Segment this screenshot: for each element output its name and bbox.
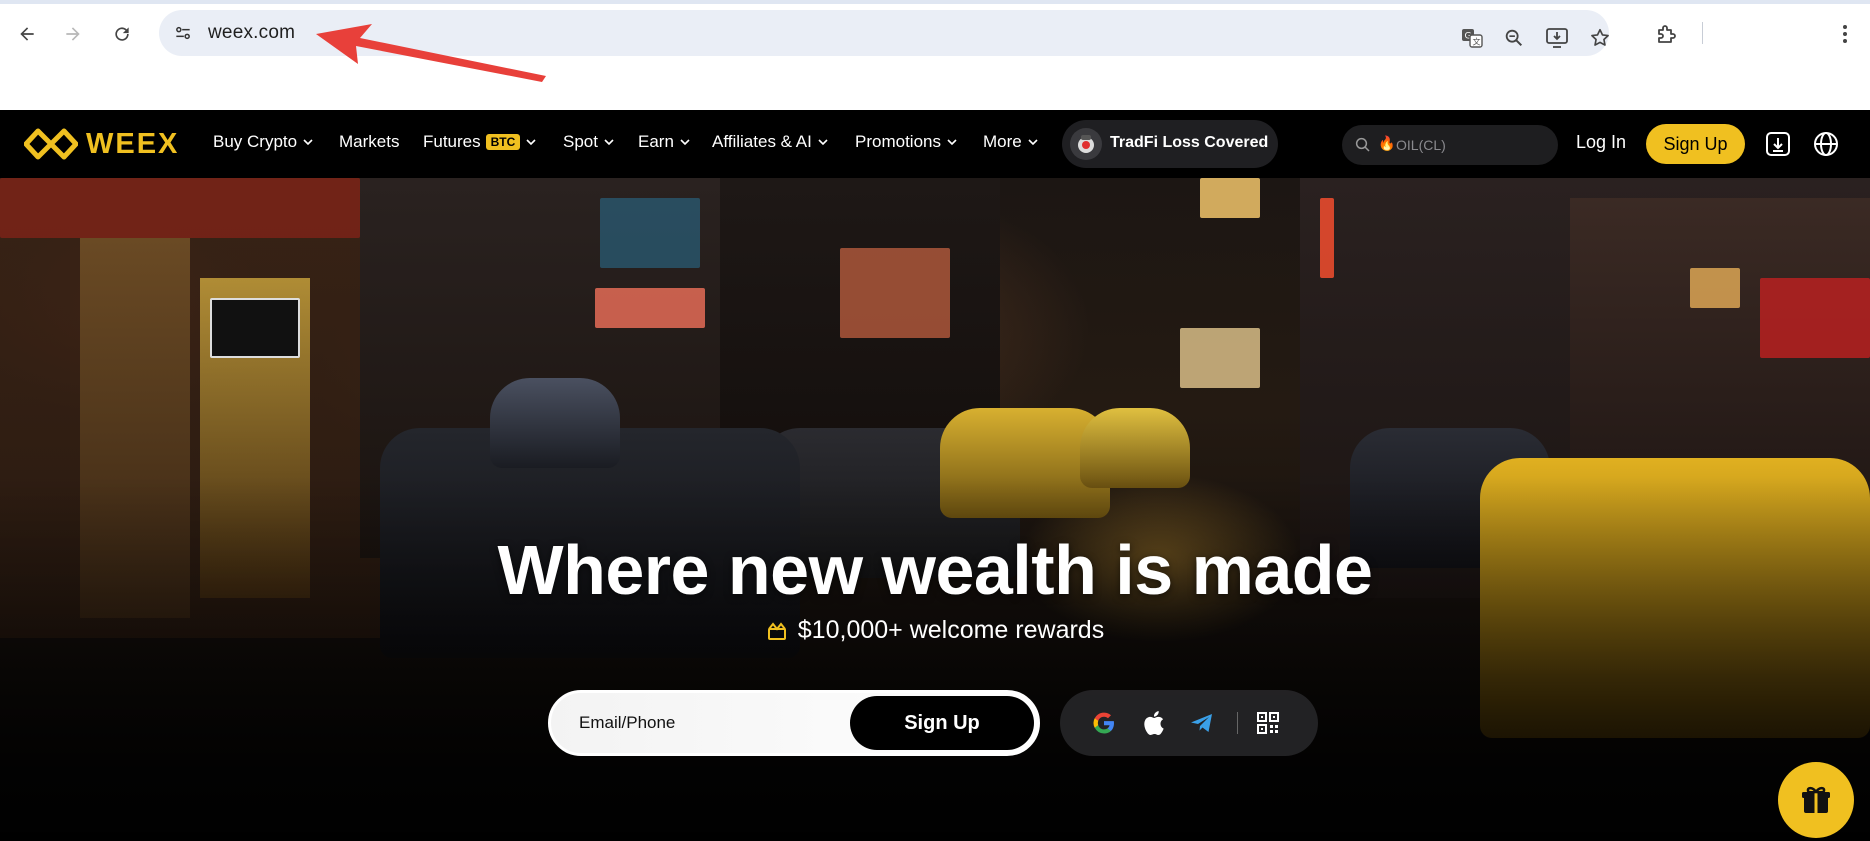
page: weex.com G文 WEEX Buy Crypto Markets Futu… <box>0 0 1870 841</box>
search-icon <box>1355 137 1370 152</box>
login-button[interactable]: Log In <box>1576 132 1626 153</box>
nav-label: Buy Crypto <box>213 132 298 151</box>
mascot-icon <box>1070 128 1102 160</box>
nav-label: Promotions <box>855 132 941 151</box>
gift-icon <box>1802 786 1830 813</box>
nav-label: Markets <box>339 132 400 151</box>
logo-wordmark: WEEX <box>86 127 180 160</box>
chevron-down-icon <box>680 139 690 146</box>
social-login-bar <box>1060 690 1318 756</box>
hero-headline: Where new wealth is made <box>497 531 1373 609</box>
url-text[interactable]: weex.com <box>208 22 295 44</box>
chevron-down-icon <box>818 139 828 146</box>
nav-label: Spot <box>563 132 598 151</box>
nav-earn[interactable]: Earn <box>638 132 691 152</box>
apple-icon[interactable] <box>1139 709 1167 737</box>
svg-text:文: 文 <box>1473 37 1481 47</box>
chevron-down-icon <box>526 139 536 146</box>
chevron-down-icon <box>604 139 614 146</box>
tradfi-label: TradFi Loss Covered <box>1110 134 1269 151</box>
arrow-right-icon <box>66 27 80 41</box>
globe-icon[interactable] <box>1812 130 1840 158</box>
back-button[interactable] <box>10 17 44 51</box>
forward-button[interactable] <box>56 17 90 51</box>
reload-icon <box>115 27 129 41</box>
rewards-line: $10,000+ welcome rewards <box>0 616 1870 645</box>
nav-label: Futures <box>423 132 481 151</box>
gift-box-icon <box>767 621 786 640</box>
nav-promotions[interactable]: Promotions <box>855 132 958 152</box>
site-info-icon[interactable] <box>169 19 197 47</box>
fire-icon: 🔥 <box>1378 135 1396 151</box>
nav-more[interactable]: More <box>983 132 1039 152</box>
menu-kebab-icon[interactable] <box>1828 17 1862 51</box>
zoom-icon[interactable] <box>1501 25 1527 51</box>
site-search[interactable]: 🔥 <box>1342 125 1558 165</box>
tradfi-promo-pill[interactable]: TradFi Loss Covered <box>1062 120 1278 168</box>
nav-affiliates-ai[interactable]: Affiliates & AI <box>712 132 829 152</box>
nav-buy-crypto[interactable]: Buy Crypto <box>213 132 314 152</box>
reload-button[interactable] <box>105 17 139 51</box>
nav-markets[interactable]: Markets <box>339 132 399 152</box>
btc-badge: BTC <box>485 134 521 150</box>
site-navbar: WEEX Buy Crypto Markets Futures BTC Spot… <box>0 110 1870 178</box>
nav-spot[interactable]: Spot <box>563 132 615 152</box>
annotation-arrow <box>316 24 546 82</box>
hero-signup-form: Sign Up <box>548 690 1040 756</box>
weex-logo-mark-icon <box>24 128 78 160</box>
chevron-down-icon <box>947 139 957 146</box>
translate-icon[interactable]: G文 <box>1459 25 1485 51</box>
gift-floating-button[interactable] <box>1778 762 1854 838</box>
weex-logo[interactable]: WEEX <box>24 127 179 161</box>
bookmark-star-icon[interactable] <box>1587 25 1613 51</box>
qr-code-icon[interactable] <box>1254 709 1282 737</box>
signup-button[interactable]: Sign Up <box>1646 124 1745 164</box>
arrow-left-icon <box>20 27 34 41</box>
nav-label: More <box>983 132 1022 151</box>
browser-toolbar: weex.com G文 <box>0 0 1870 110</box>
chevron-down-icon <box>1028 139 1038 146</box>
telegram-icon[interactable] <box>1188 709 1216 737</box>
hero-section: Where new wealth is made $10,000+ welcom… <box>0 178 1870 841</box>
nav-label: Earn <box>638 132 674 151</box>
rewards-text: $10,000+ welcome rewards <box>797 616 1105 644</box>
site-search-input[interactable] <box>1396 133 1546 157</box>
hero-signup-button[interactable]: Sign Up <box>850 696 1034 750</box>
nav-futures[interactable]: Futures BTC <box>423 132 537 152</box>
google-icon[interactable] <box>1090 709 1118 737</box>
chevron-down-icon <box>303 139 313 146</box>
install-app-icon[interactable] <box>1544 25 1570 51</box>
email-phone-input[interactable] <box>579 709 849 737</box>
extensions-icon[interactable] <box>1650 17 1684 51</box>
download-icon[interactable] <box>1764 130 1792 158</box>
nav-label: Affiliates & AI <box>712 132 812 151</box>
